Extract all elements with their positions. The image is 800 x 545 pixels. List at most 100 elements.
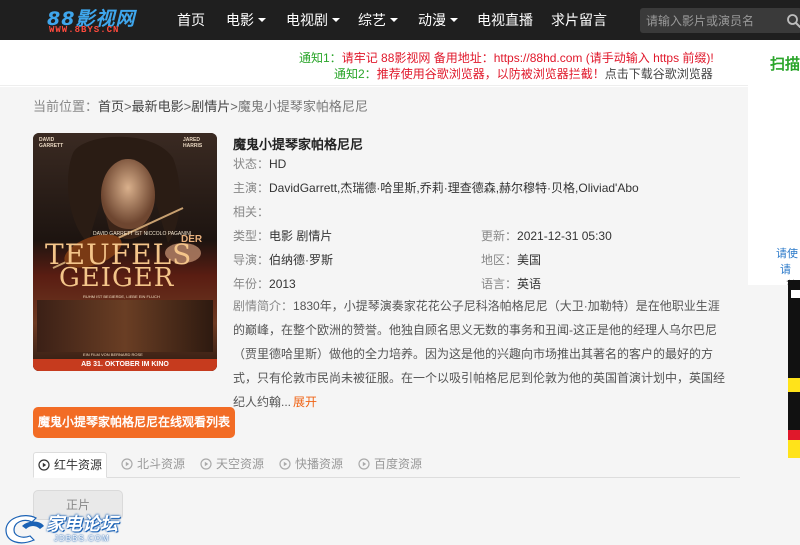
breadcrumb-prefix: 当前位置： <box>33 99 99 114</box>
nav-anime-label: 动漫 <box>418 12 446 28</box>
movie-detail-panel: DAVID GARRETT JARED HARRIS DAVID GARRETT… <box>20 119 740 545</box>
breadcrumb-home[interactable]: 首页 <box>98 99 124 114</box>
play-circle-icon <box>358 458 370 470</box>
status-value: HD <box>269 157 287 171</box>
notice-bar: 通知1：请牢记 88影视网 备用地址：https://88hd.com (请手动… <box>0 40 800 86</box>
side-ad-line-2: 请 <box>780 264 791 276</box>
chrome-download-link[interactable]: 点击下载谷歌浏览器 <box>605 67 713 81</box>
language-label: 语言： <box>481 277 518 291</box>
watermark-brand: 家电论坛 <box>46 514 118 534</box>
cast-value[interactable]: DavidGarrett,杰瑞德·哈里斯,乔莉·理查德森,赫尔穆特·贝格,Oli… <box>269 181 639 195</box>
tab-label: 百度资源 <box>374 457 423 471</box>
poster-actor-right: JARED HARRIS <box>183 137 203 149</box>
updated-label: 更新： <box>481 229 518 243</box>
side-ad-panel[interactable]: 扫描 请使 请 英 <box>748 45 800 285</box>
forum-watermark: 家电论坛 JDBBS.COM <box>2 508 132 545</box>
breadcrumb-current: 魔鬼小提琴家帕格尼尼 <box>237 99 368 114</box>
status-row: 状态：HD <box>233 155 286 172</box>
search-box <box>640 8 800 33</box>
director-value[interactable]: 伯纳德·罗斯 <box>269 253 333 267</box>
nav-home[interactable]: 首页 <box>177 0 205 40</box>
poster-credit: DAVID GARRETT IST NICCOLO PAGANINI <box>93 231 192 237</box>
breadcrumb-category[interactable]: 最新电影 <box>132 99 184 114</box>
expand-synopsis-link[interactable]: 展开 <box>293 395 317 409</box>
tab-source-beidou[interactable]: 北斗资源 <box>117 452 189 478</box>
tab-source-hongniu[interactable]: 红牛资源 <box>33 452 108 478</box>
related-row: 相关： <box>233 203 269 220</box>
notice-2: 通知2：推荐使用谷歌浏览器，以防被浏览器拦截！点击下载谷歌浏览器 <box>334 65 713 82</box>
cast-label: 主演： <box>233 181 270 195</box>
breadcrumb-subcategory[interactable]: 剧情片 <box>191 99 230 114</box>
year-row: 年份：2013 <box>233 275 296 292</box>
poster-actor-left: DAVID GARRETT <box>39 137 64 149</box>
poster-release-banner: AB 31. OKTOBER IM KINO <box>33 359 217 371</box>
top-nav: 88影视网 WWW.8BYS.CN 首页 电影 电视剧 综艺 动漫 电视直播 求… <box>0 0 800 40</box>
updated-value: 2021-12-31 05:30 <box>517 229 612 243</box>
tab-label: 天空资源 <box>216 457 265 471</box>
tab-label: 快播资源 <box>295 457 344 471</box>
breadcrumb-separator: > <box>230 99 238 114</box>
chevron-down-icon <box>450 18 458 23</box>
breadcrumb-separator: > <box>124 99 132 114</box>
status-label: 状态： <box>233 157 270 171</box>
tab-source-kuaibo[interactable]: 快播资源 <box>275 452 347 478</box>
tab-source-tiankong[interactable]: 天空资源 <box>196 452 268 478</box>
poster-scene-strip <box>37 300 213 352</box>
nav-anime[interactable]: 动漫 <box>418 0 458 40</box>
side-ad-stripe[interactable] <box>788 280 800 458</box>
site-logo[interactable]: 88影视网 WWW.8BYS.CN <box>40 3 160 37</box>
synopsis-text: 1830年，小提琴演奏家花花公子尼科洛帕格尼尼（大卫·加勒特）是在他职业生涯的巅… <box>233 299 726 409</box>
related-label: 相关： <box>233 205 270 219</box>
play-circle-icon <box>279 458 291 470</box>
notice-1-text: 请牢记 88影视网 备用地址：https://88hd.com (请手动输入 h… <box>341 51 714 65</box>
year-value: 2013 <box>269 277 296 291</box>
nav-movies[interactable]: 电影 <box>226 0 266 40</box>
play-circle-icon <box>38 459 50 471</box>
region-value: 美国 <box>517 253 542 267</box>
nav-variety-label: 综艺 <box>358 12 386 28</box>
notice-1-label: 通知1： <box>299 51 342 65</box>
chevron-down-icon <box>258 18 266 23</box>
notice-1: 通知1：请牢记 88影视网 备用地址：https://88hd.com (请手动… <box>299 49 714 66</box>
tab-source-baidu[interactable]: 百度资源 <box>354 452 426 478</box>
synopsis: 剧情简介：1830年，小提琴演奏家花花公子尼科洛帕格尼尼（大卫·加勒特）是在他职… <box>233 294 725 414</box>
language-value: 英语 <box>517 277 542 291</box>
nav-tv-series-label: 电视剧 <box>286 12 328 28</box>
play-circle-icon <box>200 458 212 470</box>
content-area: 当前位置：首页>最新电影>剧情片>魔鬼小提琴家帕格尼尼 DAVID GARRET… <box>0 87 800 545</box>
nav-live-tv-label: 电视直播 <box>477 12 533 28</box>
poster-director-credit: EIN FILM VON BERNARD ROSE <box>83 352 143 357</box>
updated-row: 更新：2021-12-31 05:30 <box>481 227 612 244</box>
nav-variety[interactable]: 综艺 <box>358 0 398 40</box>
region-row: 地区：美国 <box>481 251 541 268</box>
poster-title-2: GEIGER <box>59 263 175 293</box>
year-label: 年份： <box>233 277 270 291</box>
synopsis-label: 剧情简介： <box>233 299 294 313</box>
movie-poster[interactable]: DAVID GARRETT JARED HARRIS DAVID GARRETT… <box>33 133 217 371</box>
language-row: 语言：英语 <box>481 275 541 292</box>
source-tabs: 红牛资源 北斗资源 天空资源 快播资源 百度资源 <box>33 452 740 478</box>
breadcrumb: 当前位置：首页>最新电影>剧情片>魔鬼小提琴家帕格尼尼 <box>33 96 368 115</box>
tab-label: 红牛资源 <box>54 458 103 472</box>
region-label: 地区： <box>481 253 518 267</box>
online-play-list-button[interactable]: 魔鬼小提琴家帕格尼尼在线观看列表 <box>33 407 235 438</box>
nav-movies-label: 电影 <box>226 12 254 28</box>
nav-home-label: 首页 <box>177 12 205 28</box>
side-ad-title: 扫描 <box>770 56 800 73</box>
chevron-down-icon <box>390 18 398 23</box>
notice-2-text: 推荐使用谷歌浏览器，以防被浏览器拦截！ <box>376 67 605 81</box>
search-icon[interactable] <box>786 13 800 29</box>
chevron-down-icon <box>332 18 340 23</box>
nav-tv-series[interactable]: 电视剧 <box>286 0 340 40</box>
play-circle-icon <box>121 458 133 470</box>
poster-tagline: RUHM IST BEGIERDE, LIEBE EIN FLUCH <box>83 294 160 299</box>
director-row: 导演：伯纳德·罗斯 <box>233 251 333 268</box>
nav-request-label: 求片留言 <box>551 12 607 28</box>
side-ad-line-1: 请使 <box>776 248 798 260</box>
search-input[interactable] <box>646 8 776 33</box>
nav-live-tv[interactable]: 电视直播 <box>477 0 533 40</box>
cast-row: 主演：DavidGarrett,杰瑞德·哈里斯,乔莉·理查德森,赫尔穆特·贝格,… <box>233 179 639 196</box>
tab-label: 北斗资源 <box>137 457 186 471</box>
type-value[interactable]: 电影 剧情片 <box>269 229 332 243</box>
nav-request[interactable]: 求片留言 <box>551 0 607 40</box>
